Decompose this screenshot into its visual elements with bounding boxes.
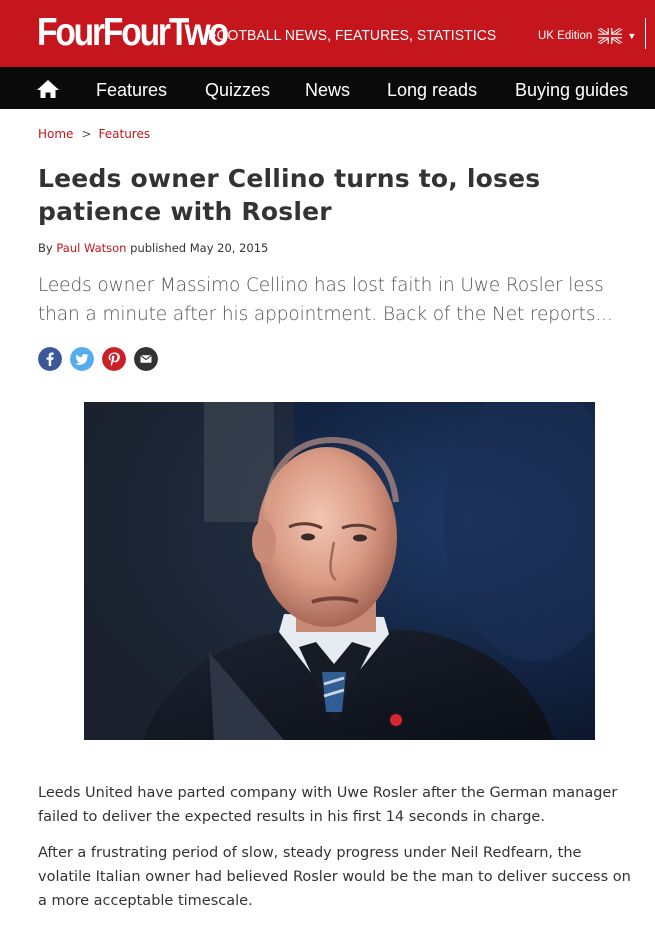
byline-prefix: By — [38, 241, 53, 255]
author-link[interactable]: Paul Watson — [56, 241, 126, 255]
published-prefix: published — [130, 241, 187, 255]
uk-flag-icon — [598, 28, 623, 44]
nav-item-buying-guides[interactable]: Buying guides — [515, 80, 628, 101]
nav-item-long-reads[interactable]: Long reads — [387, 80, 477, 101]
pinterest-icon[interactable] — [102, 347, 126, 371]
article-paragraph: Leeds United have parted company with Uw… — [38, 785, 618, 825]
breadcrumb-home[interactable]: Home — [38, 127, 73, 141]
article-photo — [84, 402, 595, 740]
header-divider — [645, 18, 646, 49]
main-nav: Features Quizzes News Long reads Buying … — [0, 67, 655, 109]
email-icon[interactable] — [134, 347, 158, 371]
facebook-icon[interactable] — [38, 347, 62, 371]
site-logo[interactable]: FourFourTwo — [37, 11, 229, 55]
breadcrumb: Home > Features — [38, 127, 150, 141]
nav-item-news[interactable]: News — [305, 80, 350, 101]
site-tagline: FOOTBALL NEWS, FEATURES, STATISTICS — [208, 28, 497, 44]
chevron-down-icon: ▼ — [627, 31, 637, 41]
nav-item-features[interactable]: Features — [96, 80, 167, 101]
article-standfirst: Leeds owner Massimo Cellino has lost fai… — [38, 275, 613, 325]
edition-selector[interactable]: UK Edition ▼ — [538, 27, 636, 45]
site-header: FourFourTwo FOOTBALL NEWS, FEATURES, STA… — [0, 0, 655, 67]
edition-label: UK Edition — [538, 30, 593, 42]
nav-item-quizzes[interactable]: Quizzes — [205, 80, 270, 101]
article-byline: By Paul Watson published May 20, 2015 — [38, 241, 268, 255]
twitter-icon[interactable] — [70, 347, 94, 371]
breadcrumb-separator: > — [81, 127, 92, 141]
breadcrumb-features[interactable]: Features — [99, 127, 151, 141]
article-title: Leeds owner Cellino turns to, loses pati… — [38, 164, 541, 226]
share-buttons — [38, 347, 158, 371]
article-paragraph: After a frustrating period of slow, stea… — [38, 845, 631, 909]
article-body: Leeds United have parted company with Uw… — [38, 781, 638, 925]
home-icon[interactable] — [36, 79, 60, 99]
publish-date: May 20, 2015 — [189, 241, 269, 255]
